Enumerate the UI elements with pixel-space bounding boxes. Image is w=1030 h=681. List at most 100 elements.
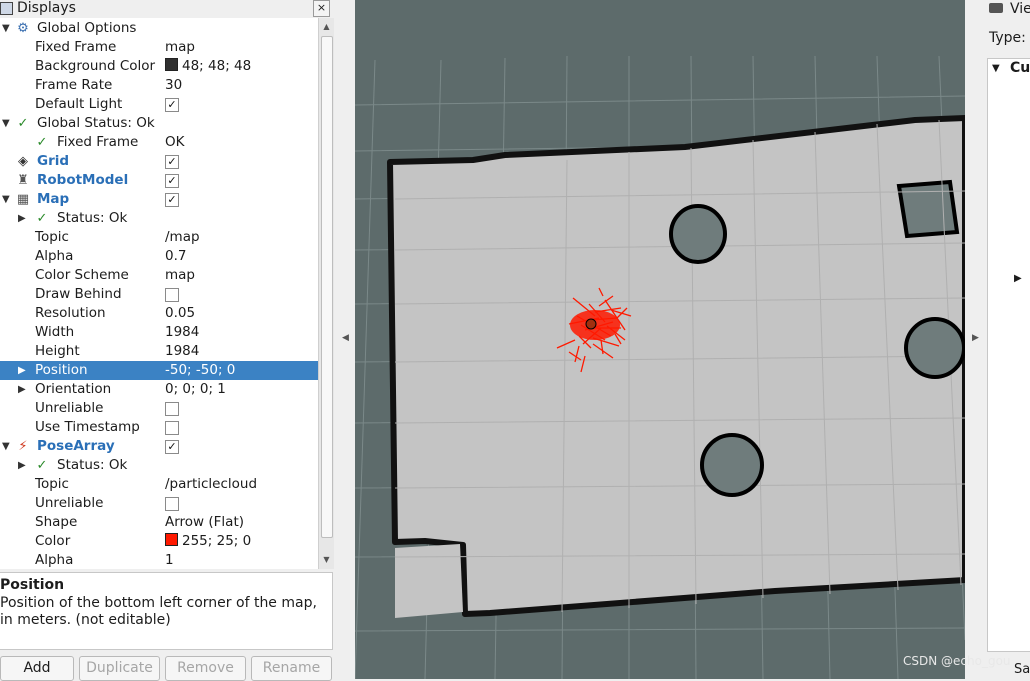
map-corner-box [896,179,960,239]
row-checkbox[interactable] [165,288,179,302]
expand-arrow-icon[interactable]: ▼ [2,190,10,209]
3d-render-view[interactable] [355,0,965,679]
current-view-item[interactable]: Cu [1010,60,1030,76]
collapse-arrow-icon[interactable]: ▶ [18,380,26,399]
chevron-down-icon[interactable]: ▼ [992,63,1000,74]
expand-arrow-icon[interactable]: ▼ [2,114,10,133]
row-checkbox[interactable]: ✓ [165,174,179,188]
row-value[interactable]: 30 [165,76,182,95]
collapse-left-icon[interactable]: ◀ [342,333,349,343]
remove-button[interactable]: Remove [165,656,246,681]
collapse-arrow-icon[interactable]: ▶ [18,361,26,380]
row-value[interactable]: 0.05 [165,304,195,323]
row-value[interactable]: 1984 [165,342,199,361]
rename-button[interactable]: Rename [251,656,332,681]
expand-arrow-icon[interactable]: ▼ [2,19,10,38]
tree-row[interactable]: Height 1984 [0,342,318,361]
row-value[interactable]: /particlecloud [165,475,257,494]
row-checkbox[interactable] [165,497,179,511]
row-value[interactable]: OK [165,133,184,152]
row-value-text: 0.05 [165,305,196,321]
tree-row[interactable]: ◈ Grid ✓ [0,152,318,171]
add-button[interactable]: Add [0,656,74,681]
tree-row[interactable]: ▼ ⚡ PoseArray ✓ [0,437,318,456]
collapse-arrow-icon[interactable]: ▶ [18,209,26,228]
tree-row[interactable]: ▶ Orientation 0; 0; 0; 1 [0,380,318,399]
tree-row[interactable]: Shape Arrow (Flat) [0,513,318,532]
displays-tree[interactable]: ▼ ⚙ Global Options Fixed Frame map Background… [0,18,334,569]
row-checkbox[interactable]: ✓ [165,98,179,112]
row-value[interactable]: -50; -50; 0 [165,361,235,380]
tree-row[interactable]: Unreliable [0,399,318,418]
tree-row[interactable]: ▼ ✓ Global Status: Ok [0,114,318,133]
tree-row[interactable]: Default Light ✓ [0,95,318,114]
map-scene[interactable] [355,0,965,679]
row-value[interactable]: 255; 25; 0 [165,532,251,551]
checkmark-icon: ✓ [36,458,48,473]
chevron-right-icon[interactable]: ▶ [1014,273,1022,284]
tree-row[interactable]: ▶ ✓ Status: Ok [0,456,318,475]
map-lower-left-block [395,544,463,618]
tree-row[interactable]: Topic/map [0,228,318,247]
row-label: Map [37,191,70,207]
row-value-text: /map [165,229,200,245]
save-button[interactable]: Sa [1014,662,1030,677]
tree-row[interactable]: Color 255; 25; 0 [0,532,318,551]
views-tree[interactable]: ▼ Cu ▶ [987,58,1030,652]
collapse-arrow-icon[interactable]: ▶ [18,456,26,475]
row-value[interactable]: 48; 48; 48 [165,57,251,76]
posearray-icon: ⚡ [18,439,28,454]
row-checkbox[interactable]: ✓ [165,440,179,454]
row-value[interactable]: 0.7 [165,247,186,266]
row-value[interactable]: 0; 0; 0; 1 [165,380,226,399]
row-checkbox[interactable] [165,402,179,416]
tree-row[interactable]: ▶ Position -50; -50; 0 [0,361,318,380]
close-icon[interactable]: × [313,0,330,17]
tree-row[interactable]: ♜ RobotModel ✓ [0,171,318,190]
duplicate-button[interactable]: Duplicate [79,656,160,681]
row-label: Topic [35,229,69,245]
row-value-text: Arrow (Flat) [165,514,245,530]
tree-row[interactable]: Fixed Frame map [0,38,318,57]
expand-arrow-icon[interactable]: ▼ [2,437,10,456]
tree-row[interactable]: Frame Rate 30 [0,76,318,95]
left-splitter[interactable]: ◀ [335,0,356,679]
scroll-down-icon[interactable]: ▼ [319,553,334,567]
tree-row[interactable]: Resolution 0.05 [0,304,318,323]
row-value[interactable]: 1 [165,551,174,570]
collapse-right-icon[interactable]: ▶ [972,333,979,343]
scroll-up-icon[interactable]: ▲ [319,20,334,34]
grid-icon: ◈ [18,154,28,169]
row-value[interactable]: 1984 [165,323,199,342]
tree-row[interactable]: Draw Behind [0,285,318,304]
tree-row[interactable]: Alpha 1 [0,551,318,570]
tree-row[interactable]: ▶ ✓ Status: Ok [0,209,318,228]
tree-row[interactable]: Use Timestamp [0,418,318,437]
tree-row[interactable]: Width 1984 [0,323,318,342]
views-title: Vie [1010,1,1030,17]
tree-row[interactable]: ▼ ⚙ Global Options [0,19,318,38]
tree-row[interactable]: ▼ ▦ Map ✓ [0,190,318,209]
displays-scrollbar[interactable]: ▲ ▼ [318,18,334,569]
tree-row[interactable]: Background Color 48; 48; 48 [0,57,318,76]
watermark: CSDN @echo_gou [903,654,1011,668]
row-label: Resolution [35,305,106,321]
row-value[interactable]: map [165,266,195,285]
tree-row[interactable]: Topic/particlecloud [0,475,318,494]
checkmark-icon: ✓ [17,116,29,131]
row-value[interactable]: map [165,38,195,57]
row-label: Alpha [35,248,74,264]
row-checkbox[interactable] [165,421,179,435]
row-checkbox[interactable]: ✓ [165,193,179,207]
row-value[interactable]: /map [165,228,200,247]
tree-row[interactable]: Alpha 0.7 [0,247,318,266]
tree-row[interactable]: ✓ Fixed Frame OK [0,133,318,152]
right-splitter[interactable]: ▶ [965,0,986,679]
row-checkbox[interactable]: ✓ [165,155,179,169]
color-swatch [165,533,178,546]
robot-marker [585,318,597,330]
tree-row[interactable]: Unreliable [0,494,318,513]
scrollbar-thumb[interactable] [321,36,333,538]
tree-row[interactable]: Color Scheme map [0,266,318,285]
row-value[interactable]: Arrow (Flat) [165,513,244,532]
